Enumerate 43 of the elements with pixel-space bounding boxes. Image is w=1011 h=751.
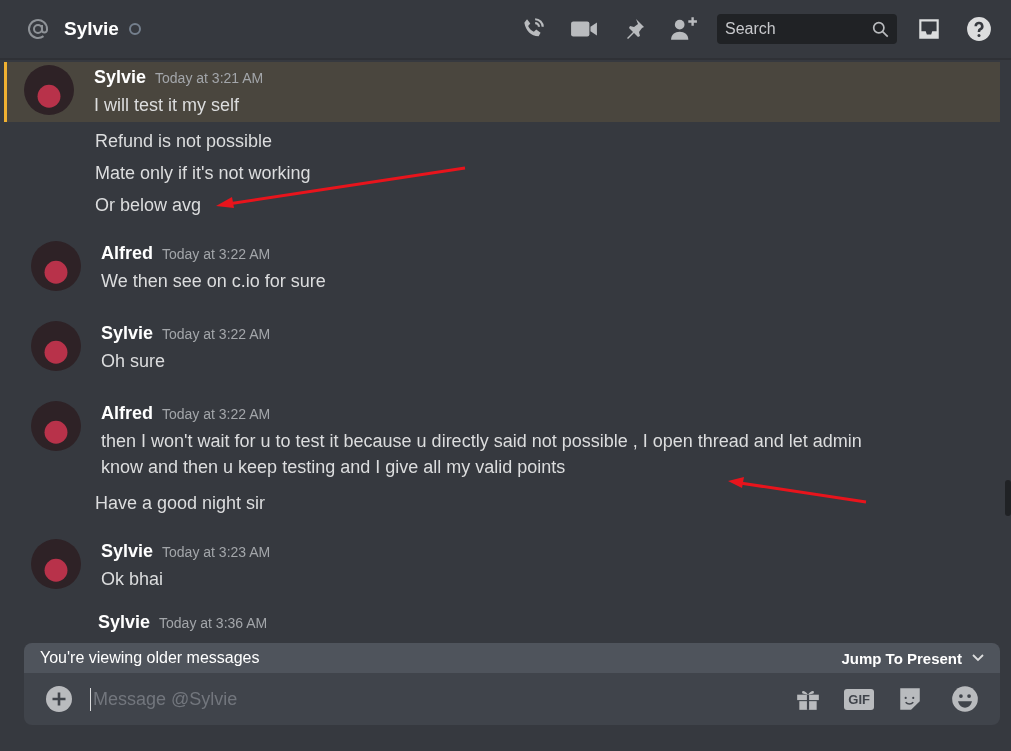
message-text: Oh sure bbox=[101, 350, 166, 373]
author-name[interactable]: Alfred bbox=[101, 243, 153, 264]
at-sign-icon bbox=[26, 17, 50, 41]
message-text: Mate only if it's not working bbox=[95, 162, 311, 185]
help-icon[interactable] bbox=[966, 16, 992, 42]
chevron-down-icon bbox=[972, 654, 984, 662]
timestamp: Today at 3:36 AM bbox=[159, 615, 268, 631]
message-text: then I won't wait for u to test it because u directly said not possible , I open thread and let admin know and then u keep testing and I give all my valid points bbox=[101, 430, 863, 479]
timestamp: Today at 3:22 AM bbox=[162, 326, 271, 342]
search-field[interactable]: Search bbox=[717, 14, 897, 44]
message-text: Or below avg bbox=[95, 194, 202, 217]
timestamp: Today at 3:21 AM bbox=[155, 70, 264, 86]
timestamp: Today at 3:22 AM bbox=[162, 246, 271, 262]
timestamp: Today at 3:23 AM bbox=[162, 544, 271, 560]
avatar[interactable] bbox=[24, 65, 74, 115]
video-camera-icon[interactable] bbox=[570, 18, 598, 40]
channel-name: Sylvie bbox=[64, 18, 119, 40]
add-icon[interactable] bbox=[46, 686, 72, 712]
avatar[interactable] bbox=[31, 321, 81, 371]
author-name[interactable]: Sylvie bbox=[101, 323, 154, 344]
author-name[interactable]: Alfred bbox=[101, 403, 153, 424]
status-indicator bbox=[128, 23, 141, 35]
message-text: Refund is not possible bbox=[95, 130, 273, 153]
jump-to-present-button[interactable]: Jump To Present bbox=[841, 649, 984, 667]
gif-button[interactable]: GIF bbox=[844, 688, 874, 710]
message-text: Have a good night sir bbox=[95, 492, 266, 515]
author-name[interactable]: Sylvie bbox=[94, 67, 147, 88]
avatar[interactable] bbox=[31, 401, 81, 451]
inbox-icon[interactable] bbox=[916, 16, 942, 42]
message-text: I will test it my self bbox=[94, 94, 240, 117]
message-text: We then see on c.io for sure bbox=[101, 270, 326, 293]
older-messages-notice: You're viewing older messages bbox=[40, 649, 260, 667]
sticker-icon[interactable] bbox=[897, 686, 923, 712]
author-name[interactable]: Sylvie bbox=[98, 612, 151, 633]
message-text: Ok bhai bbox=[101, 568, 164, 591]
emoji-icon[interactable] bbox=[951, 685, 979, 713]
search-icon bbox=[872, 21, 889, 38]
add-friend-icon[interactable] bbox=[670, 16, 698, 42]
author-name[interactable]: Sylvie bbox=[101, 541, 154, 562]
avatar[interactable] bbox=[31, 539, 81, 589]
scrollbar-thumb[interactable] bbox=[1005, 480, 1011, 516]
timestamp: Today at 3:22 AM bbox=[162, 406, 271, 422]
avatar[interactable] bbox=[31, 241, 81, 291]
